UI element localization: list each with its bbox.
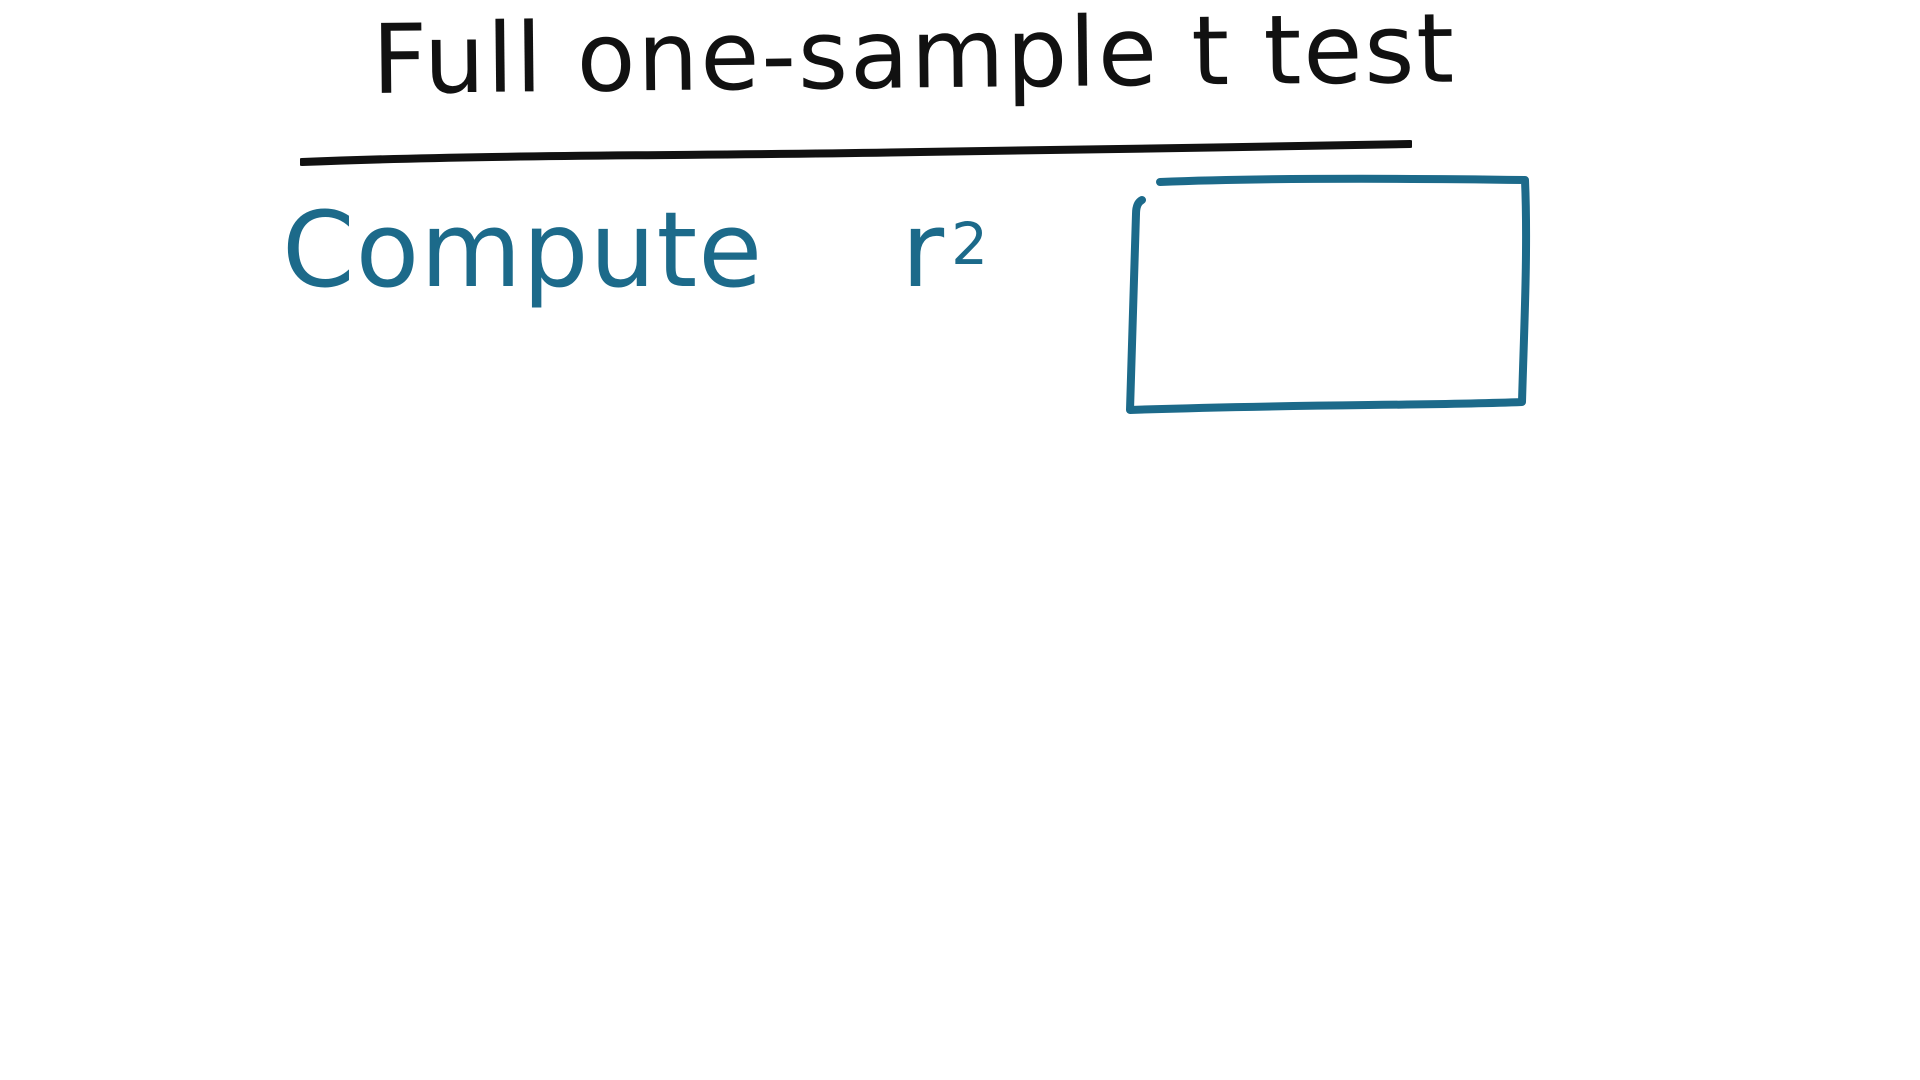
compute-prompt: Compute r2 (282, 180, 989, 320)
r-exponent: 2 (951, 210, 990, 278)
title-underline (300, 140, 1412, 166)
compute-label: Compute (282, 189, 764, 311)
whiteboard-canvas: Full one-sample t test Compute r2 (0, 0, 1920, 1080)
answer-box[interactable] (1120, 170, 1540, 420)
r-symbol: r (901, 189, 946, 311)
slide-title: Full one-sample t test (371, 0, 1457, 116)
